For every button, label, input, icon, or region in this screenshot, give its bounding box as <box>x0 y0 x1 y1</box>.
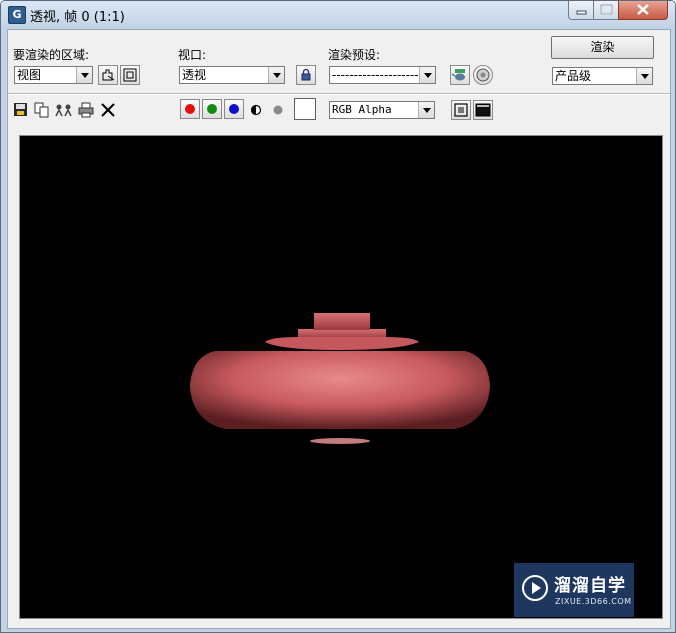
render-area-label: 要渲染的区域: <box>13 48 90 62</box>
copy-icon <box>34 102 49 118</box>
render-frame-window: G 透视, 帧 0 (1:1) 要渲染的区域: 视口: 渲染预设: 渲染 视图 … <box>0 0 676 633</box>
channel-dropdown[interactable]: RGB Alpha <box>329 101 435 119</box>
save-icon <box>14 103 27 116</box>
minimize-icon <box>576 10 587 15</box>
chevron-down-icon <box>76 67 92 83</box>
frame-client-area: 要渲染的区域: 视口: 渲染预设: 渲染 视图 透视 -------------… <box>7 29 671 629</box>
watermark: 溜溜自学 ZIXUE.3D66.COM <box>514 563 634 617</box>
watermark-name: 溜溜自学 <box>554 576 626 596</box>
close-icon <box>101 103 115 117</box>
render-preset-value: -------------------- <box>332 68 419 82</box>
half-circle-icon <box>250 104 262 116</box>
blue-channel-toggle[interactable] <box>224 99 244 119</box>
alpha-channel-toggle[interactable] <box>247 101 265 119</box>
render-setup-button[interactable] <box>450 65 470 85</box>
teapot-icon <box>451 69 465 81</box>
lock-viewport-button[interactable] <box>296 65 316 85</box>
title-bar[interactable]: G 透视, 帧 0 (1:1) <box>1 1 675 27</box>
chevron-down-icon <box>636 68 652 84</box>
green-dot-icon <box>207 104 217 114</box>
render-area-dropdown[interactable]: 视图 <box>14 66 93 84</box>
gear-icon <box>476 68 490 82</box>
viewport-label: 视口: <box>178 48 207 62</box>
print-image-button[interactable] <box>77 101 95 119</box>
production-value: 产品级 <box>555 69 592 83</box>
clone-frame-button[interactable] <box>54 101 72 119</box>
render-preset-dropdown[interactable]: -------------------- <box>329 66 436 84</box>
render-button[interactable]: 渲染 <box>551 36 654 59</box>
toolbar-separator <box>8 93 670 95</box>
color-swatch[interactable] <box>294 98 316 120</box>
minimize-button[interactable] <box>568 1 595 20</box>
auto-region-button[interactable] <box>120 65 140 85</box>
maximize-button[interactable] <box>593 1 620 20</box>
clear-image-button[interactable] <box>99 101 117 119</box>
channel-value: RGB Alpha <box>332 103 392 116</box>
render-viewport[interactable] <box>19 135 663 619</box>
maximize-icon <box>600 4 613 15</box>
monochrome-toggle[interactable] <box>269 101 287 119</box>
print-icon <box>78 102 94 118</box>
close-button[interactable] <box>618 1 668 20</box>
app-icon: G <box>8 6 26 24</box>
gray-dot-icon <box>273 105 283 115</box>
play-logo-icon <box>522 575 548 601</box>
toggle-ui-overlay-button[interactable] <box>451 100 471 120</box>
production-dropdown[interactable]: 产品级 <box>552 67 653 85</box>
chevron-down-icon <box>268 67 284 83</box>
blue-dot-icon <box>229 104 239 114</box>
red-dot-icon <box>185 104 195 114</box>
toggle-ui-button[interactable] <box>473 100 493 120</box>
environment-effects-button[interactable] <box>473 65 493 85</box>
green-channel-toggle[interactable] <box>202 99 222 119</box>
edit-region-button[interactable] <box>98 65 118 85</box>
chevron-down-icon <box>418 102 434 118</box>
display-icon <box>475 103 491 117</box>
lock-icon <box>301 68 311 81</box>
copy-image-button[interactable] <box>33 101 51 119</box>
render-area-value: 视图 <box>17 68 42 82</box>
watermark-url: ZIXUE.3D66.COM <box>555 597 632 606</box>
red-channel-toggle[interactable] <box>180 99 200 119</box>
close-icon <box>637 4 649 15</box>
rendered-vase <box>190 313 490 444</box>
auto-region-icon <box>123 68 137 82</box>
frame-icon <box>454 103 468 117</box>
chevron-down-icon <box>419 67 435 83</box>
viewport-dropdown[interactable]: 透视 <box>179 66 285 84</box>
window-title: 透视, 帧 0 (1:1) <box>30 10 125 25</box>
render-preset-label: 渲染预设: <box>328 48 381 62</box>
save-image-button[interactable] <box>12 101 30 119</box>
viewport-value: 透视 <box>182 68 207 82</box>
edit-region-icon <box>102 69 115 81</box>
clone-icon <box>55 104 72 117</box>
